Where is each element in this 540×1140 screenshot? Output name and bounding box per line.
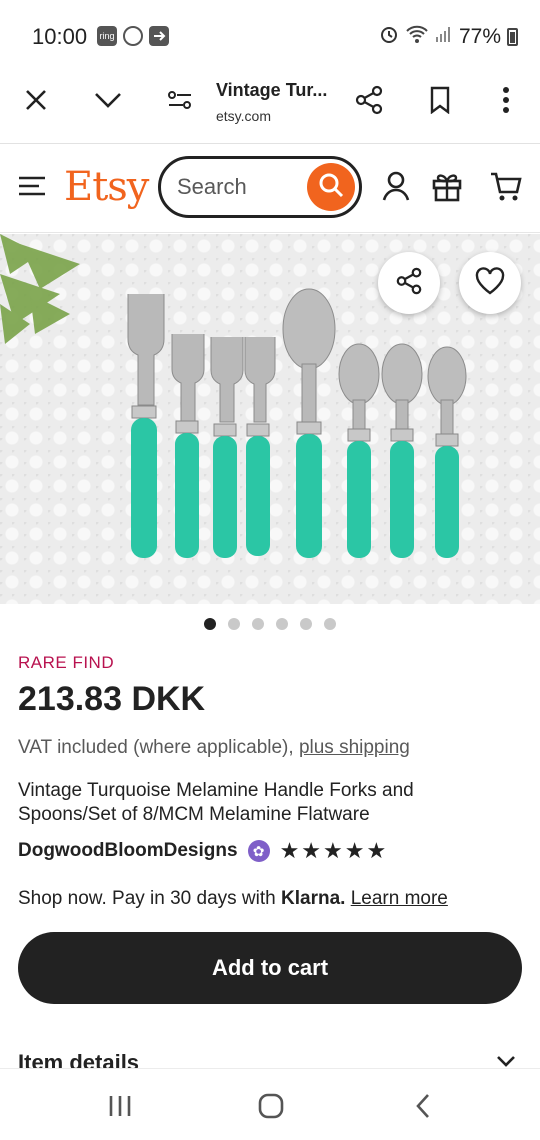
learn-more-link[interactable]: Learn more	[351, 888, 448, 909]
search-icon	[317, 171, 345, 204]
rating-stars[interactable]: ★★★★★	[280, 838, 389, 864]
account-icon[interactable]	[378, 168, 414, 204]
vat-text: VAT included (where applicable),	[18, 737, 299, 758]
ring-icon: ring	[97, 26, 117, 46]
shop-row: DogwoodBloomDesigns ✿ ★★★★★	[18, 838, 388, 864]
signal-icon	[435, 25, 453, 49]
heart-icon	[475, 266, 505, 300]
vat-note: VAT included (where applicable), plus sh…	[18, 737, 410, 759]
etsy-logo[interactable]: Etsy	[64, 164, 149, 210]
alarm-icon	[379, 24, 399, 50]
close-icon[interactable]	[14, 78, 58, 122]
page-title[interactable]: Vintage Tur...	[216, 80, 327, 101]
product-title: Vintage Turquoise Melamine Handle Forks …	[18, 780, 414, 825]
image-share-button[interactable]	[378, 252, 440, 314]
add-to-cart-button[interactable]: Add to cart	[18, 932, 522, 1004]
carousel-dots	[0, 618, 540, 630]
bookmark-icon[interactable]	[418, 78, 462, 122]
rare-find-badge: RARE FIND	[18, 653, 115, 672]
battery-text: 77%	[458, 25, 501, 48]
star-seller-icon: ✿	[247, 840, 270, 862]
search-box	[158, 156, 362, 218]
favorite-button[interactable]	[459, 252, 521, 314]
more-vert-icon[interactable]	[484, 78, 528, 122]
home-icon[interactable]	[251, 1089, 291, 1123]
klarna-logo: Klarna.	[281, 888, 346, 909]
share-icon	[395, 267, 423, 300]
carousel-dot[interactable]	[276, 618, 288, 630]
carousel-dot[interactable]	[300, 618, 312, 630]
klarna-text: Shop now. Pay in 30 days with	[18, 888, 281, 909]
shop-name[interactable]: DogwoodBloomDesigns	[18, 840, 238, 862]
share-icon[interactable]	[347, 78, 391, 122]
status-left-icons: ring	[97, 26, 169, 46]
status-bar: 10:00 ring 77%	[0, 0, 540, 72]
menu-icon[interactable]	[14, 168, 50, 204]
back-icon[interactable]	[403, 1089, 443, 1123]
price: 213.83 DKK	[18, 680, 206, 718]
carousel-dot[interactable]	[204, 618, 216, 630]
shipping-link[interactable]: plus shipping	[299, 737, 410, 758]
gift-icon[interactable]	[429, 168, 465, 204]
system-nav-bar	[0, 1068, 540, 1140]
carousel-dot[interactable]	[324, 618, 336, 630]
klarna-row: Shop now. Pay in 30 days with Klarna. Le…	[18, 888, 448, 910]
arrow-in-box-icon	[149, 26, 169, 46]
status-time: 10:00	[32, 24, 88, 49]
carousel-dot[interactable]	[228, 618, 240, 630]
status-right: 77%	[379, 24, 518, 50]
chevron-down-icon[interactable]	[86, 78, 130, 122]
battery-icon	[507, 28, 518, 46]
page-domain[interactable]: etsy.com	[216, 108, 271, 124]
search-input[interactable]	[177, 173, 297, 201]
page-settings-icon[interactable]	[158, 78, 202, 122]
recents-icon[interactable]	[100, 1089, 140, 1123]
carousel-dot[interactable]	[252, 618, 264, 630]
smiley-icon	[123, 26, 143, 46]
cart-icon[interactable]	[488, 168, 524, 204]
search-button[interactable]	[307, 163, 355, 211]
wifi-icon	[405, 24, 429, 50]
